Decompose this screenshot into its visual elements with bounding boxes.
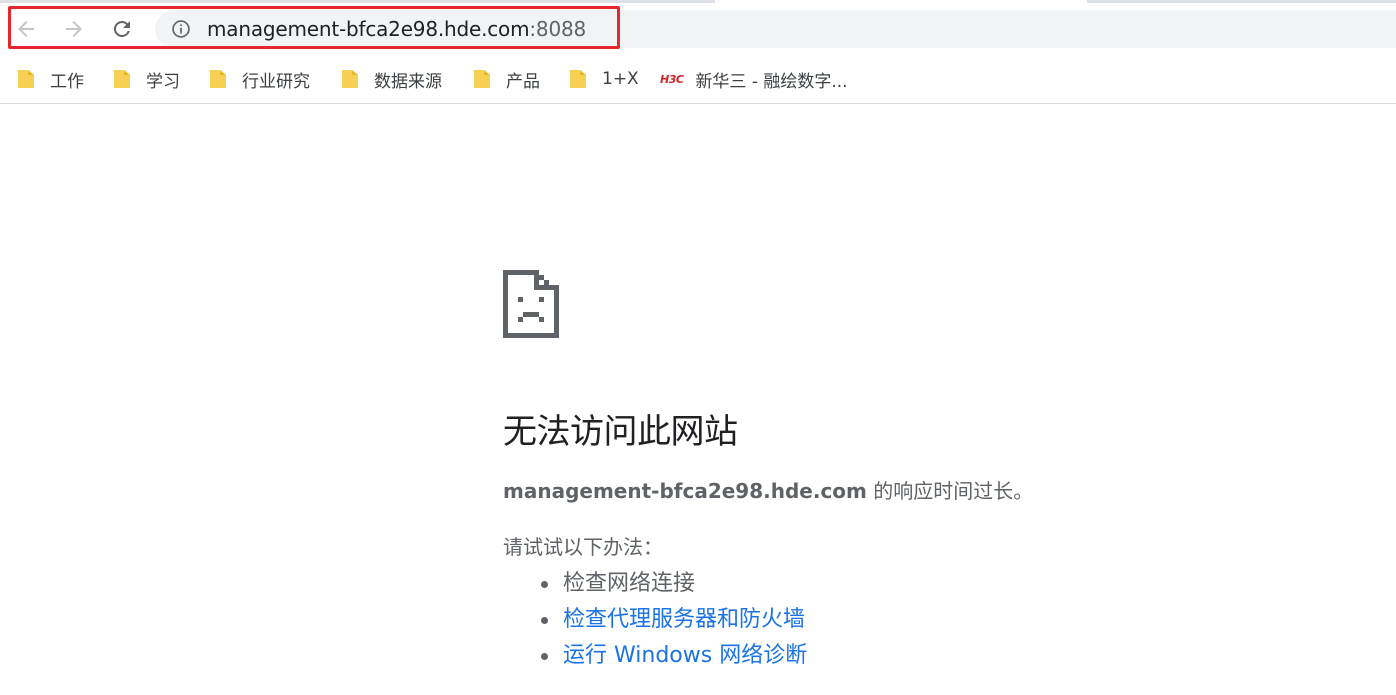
suggestion-item: 运行 Windows 网络诊断 xyxy=(541,638,1203,674)
bookmark-label: 新华三 - 融绘数字... xyxy=(695,71,848,92)
error-host: management-bfca2e98.hde.com xyxy=(503,479,867,503)
suggestion-link-proxy-firewall[interactable]: 检查代理服务器和防火墙 xyxy=(563,607,805,632)
browser-toolbar: management-bfca2e98.hde.com:8088 xyxy=(0,3,1396,55)
error-page-content: 无法访问此网站 management-bfca2e98.hde.com 的响应时… xyxy=(503,270,1203,674)
bookmark-folder[interactable]: 1+X xyxy=(568,65,639,93)
bookmark-folder[interactable]: 工作 xyxy=(16,65,84,93)
folder-icon xyxy=(114,70,130,88)
bookmark-label: 学习 xyxy=(146,71,180,92)
reload-icon xyxy=(114,21,130,37)
suggestion-text: 检查网络连接 xyxy=(563,571,696,596)
error-description-suffix: 的响应时间过长。 xyxy=(866,479,1034,503)
bookmarks-bar: 工作 学习 行业研究 数据来源 产品 1+X H3C 新华三 - 融绘数字... xyxy=(0,55,1396,104)
forward-button[interactable] xyxy=(57,12,91,46)
bookmark-folder[interactable]: 学习 xyxy=(112,65,180,93)
sad-page-icon xyxy=(503,270,559,338)
back-icon xyxy=(18,21,34,37)
bookmark-label: 产品 xyxy=(506,71,540,92)
suggestion-item: 检查网络连接 xyxy=(541,566,1203,602)
h3c-logo: H3C xyxy=(660,72,684,86)
reload-button[interactable] xyxy=(105,12,139,46)
address-bar[interactable]: management-bfca2e98.hde.com:8088 xyxy=(155,10,1396,48)
suggestions-label: 请试试以下办法： xyxy=(503,535,663,559)
folder-icon xyxy=(342,70,358,88)
suggestions-list: 检查网络连接 检查代理服务器和防火墙 运行 Windows 网络诊断 xyxy=(503,566,1203,674)
url-host: management-bfca2e98.hde.com xyxy=(207,17,530,41)
bookmark-label: 行业研究 xyxy=(242,71,310,92)
error-description: management-bfca2e98.hde.com 的响应时间过长。 xyxy=(503,478,1203,504)
folder-icon xyxy=(18,70,34,88)
bookmark-label: 工作 xyxy=(50,71,84,92)
suggestion-link-network-diagnostics[interactable]: 运行 Windows 网络诊断 xyxy=(563,643,807,668)
bookmark-label: 1+X xyxy=(602,69,639,89)
bookmark-folder[interactable]: 产品 xyxy=(472,65,540,93)
folder-icon xyxy=(210,70,226,88)
error-title: 无法访问此网站 xyxy=(503,412,738,452)
bookmark-label: 数据来源 xyxy=(374,71,442,92)
folder-icon xyxy=(570,70,586,88)
suggestion-item: 检查代理服务器和防火墙 xyxy=(541,602,1203,638)
folder-icon xyxy=(474,70,490,88)
forward-icon xyxy=(66,21,82,37)
bookmark-h3c[interactable]: H3C 新华三 - 融绘数字... xyxy=(660,65,848,93)
info-icon[interactable] xyxy=(171,19,191,39)
url-port: :8088 xyxy=(529,17,587,41)
url-text[interactable]: management-bfca2e98.hde.com:8088 xyxy=(207,18,586,40)
bookmark-folder[interactable]: 行业研究 xyxy=(208,65,310,93)
back-button[interactable] xyxy=(9,12,43,46)
bookmark-folder[interactable]: 数据来源 xyxy=(340,65,442,93)
